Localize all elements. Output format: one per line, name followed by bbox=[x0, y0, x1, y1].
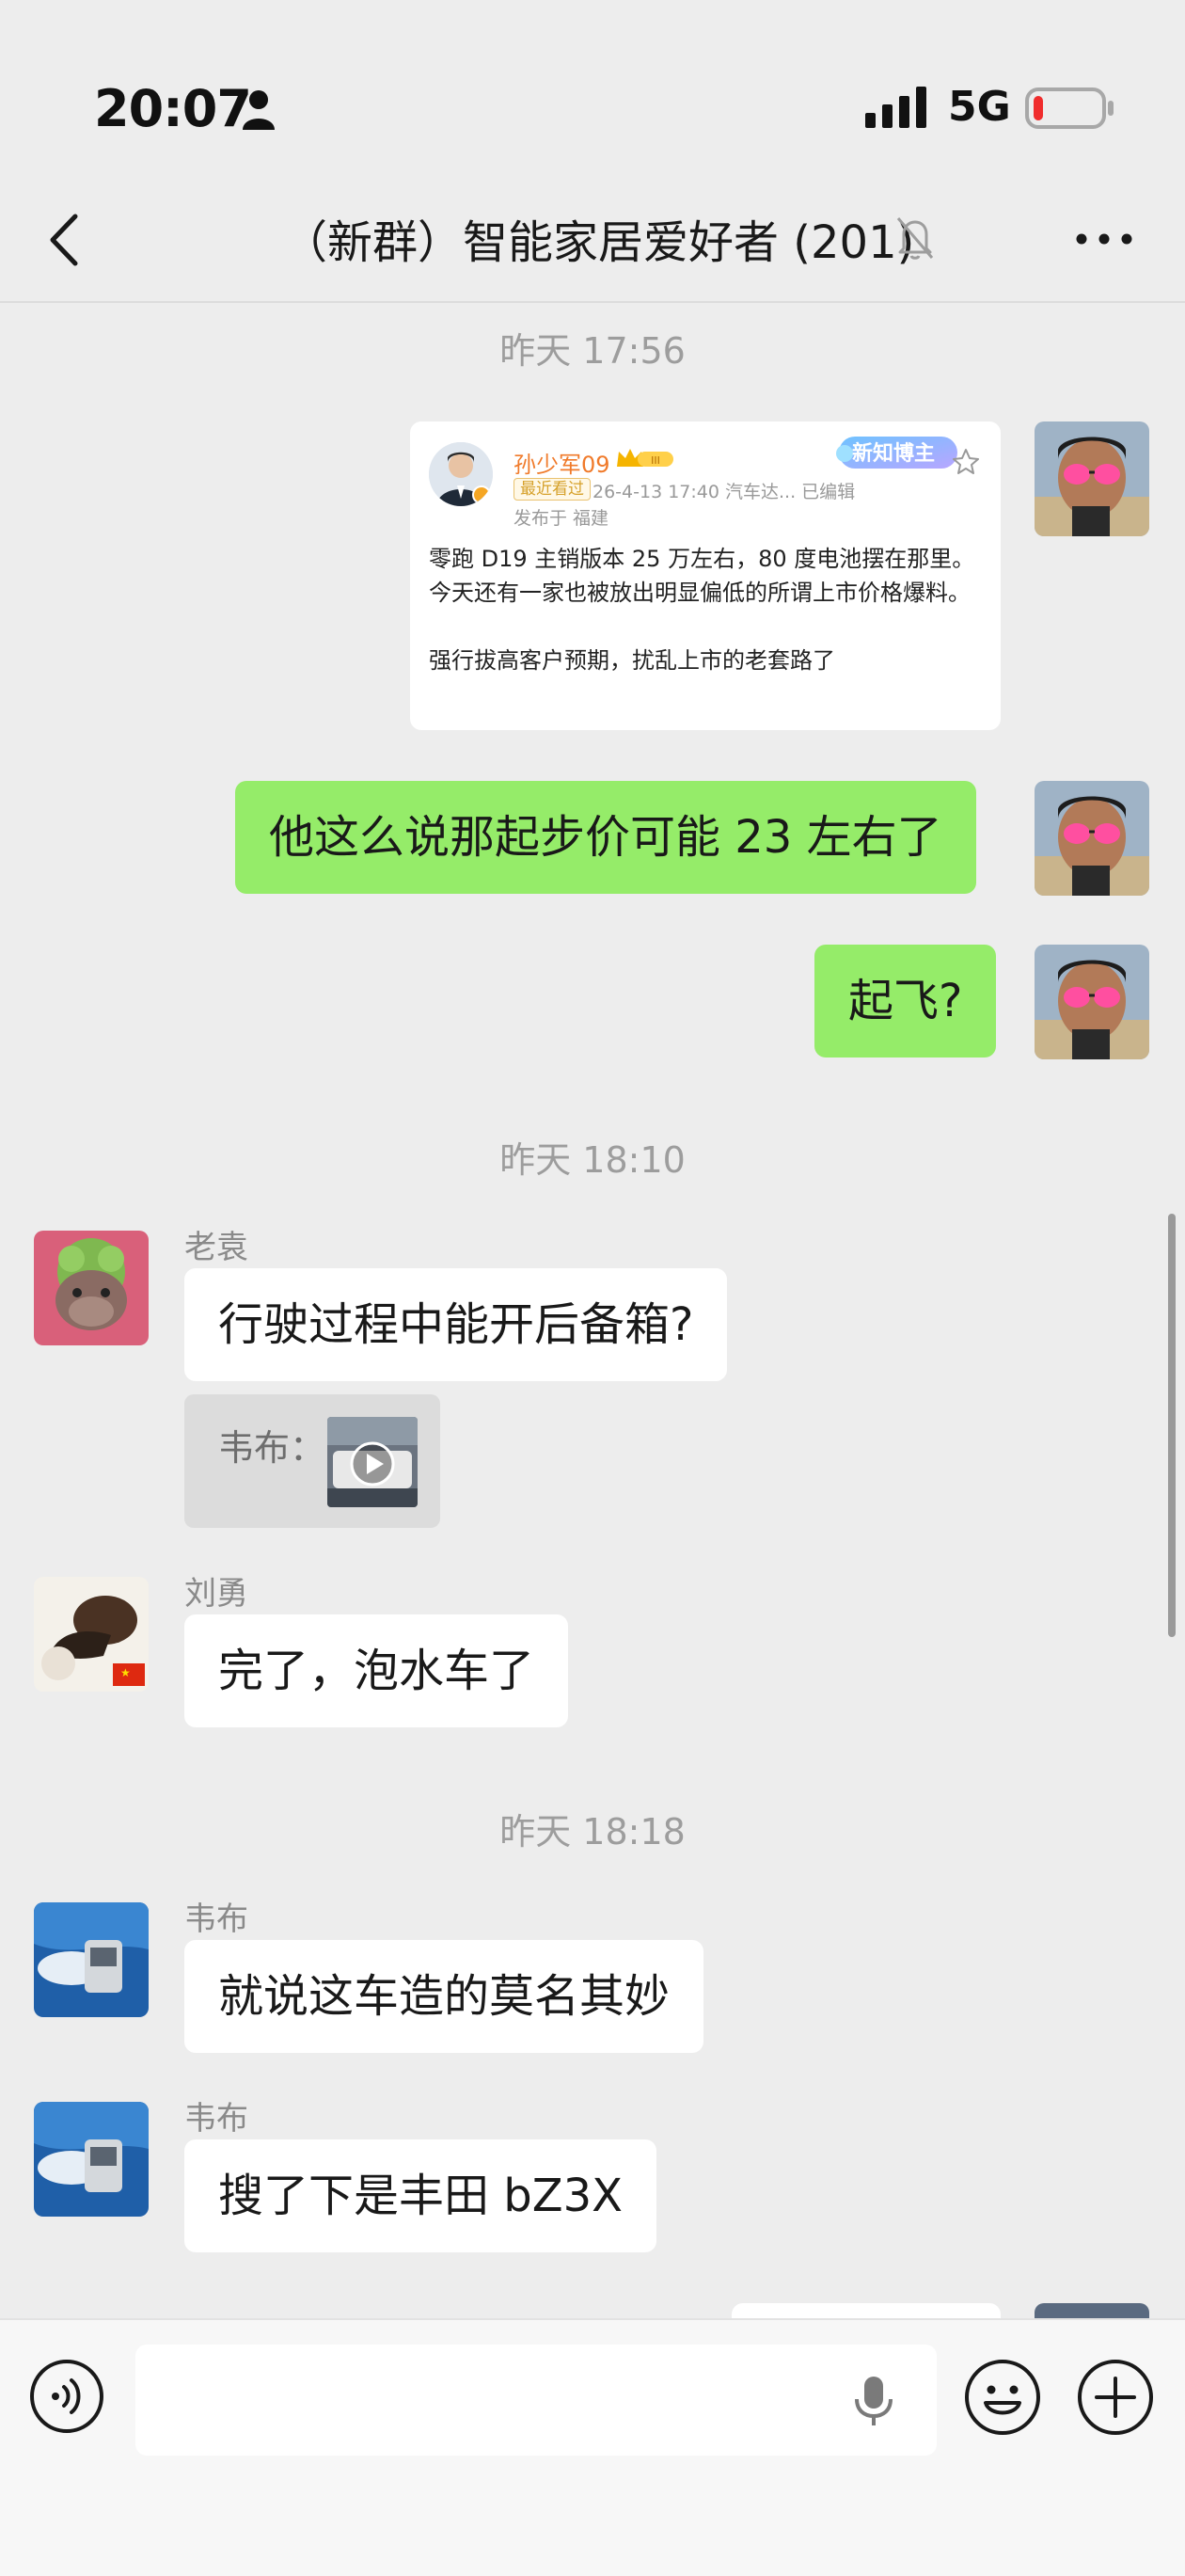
my-message-bubble[interactable]: 他这么说那起步价可能 23 左右了 bbox=[235, 781, 976, 894]
sender-name: 韦布 bbox=[184, 1900, 248, 1938]
svg-text:III: III bbox=[651, 454, 660, 467]
timestamp: 昨天 18:18 bbox=[499, 1811, 686, 1852]
post-location: 发布于 福建 bbox=[514, 508, 609, 529]
shared-post-card[interactable]: 孙少军09 III 新知博主 最近看过 26-4-13 17:40 汽车达...… bbox=[410, 421, 1001, 730]
person-icon bbox=[243, 90, 275, 130]
post-line: 零跑 D19 主销版本 25 万左右，80 度电池摆在那里。 bbox=[429, 546, 975, 572]
plus-icon[interactable] bbox=[1076, 2358, 1155, 2437]
sender-name: 韦布 bbox=[184, 2100, 248, 2138]
member-message-bubble[interactable]: 就说这车造的莫名其妙 bbox=[184, 1940, 704, 2053]
post-body: 零跑 D19 主销版本 25 万左右，80 度电池摆在那里。 今天还有一家也被放… bbox=[429, 542, 984, 677]
blogger-badge: 新知博主 bbox=[835, 431, 963, 474]
video-thumbnail[interactable] bbox=[327, 1417, 418, 1507]
sender-name: 刘勇 bbox=[184, 1575, 248, 1613]
timestamp: 昨天 18:10 bbox=[499, 1139, 686, 1181]
svg-text:★: ★ bbox=[120, 1666, 131, 1679]
message-input[interactable] bbox=[135, 2345, 937, 2456]
recently-viewed-tag: 最近看过 bbox=[514, 478, 591, 501]
my-message-bubble[interactable]: 起飞? bbox=[814, 945, 997, 1057]
signal-icon bbox=[865, 87, 926, 128]
more-button[interactable] bbox=[1074, 222, 1134, 256]
bell-slash-icon bbox=[896, 217, 934, 260]
star-icon[interactable] bbox=[952, 448, 980, 476]
post-line: 强行拔高客户预期，扰乱上市的老套路了 bbox=[429, 647, 835, 674]
emoji-icon[interactable] bbox=[963, 2358, 1042, 2437]
scrollbar[interactable] bbox=[1168, 1214, 1176, 1637]
quoted-reply[interactable]: 韦布： bbox=[184, 1394, 440, 1528]
member-avatar[interactable] bbox=[34, 1231, 149, 1345]
quote-sender: 韦布： bbox=[218, 1427, 326, 1469]
post-author-avatar bbox=[429, 442, 493, 506]
my-avatar[interactable] bbox=[1035, 781, 1149, 896]
my-avatar[interactable] bbox=[1035, 421, 1149, 536]
crown-icon: III bbox=[617, 449, 673, 467]
member-message-bubble[interactable]: 搜了下是丰田 bZ3X bbox=[184, 2139, 657, 2252]
member-avatar[interactable] bbox=[34, 2102, 149, 2217]
post-author-name: 孙少军09 bbox=[514, 452, 610, 478]
sender-name: 老袁 bbox=[184, 1229, 248, 1266]
network-type: 5G bbox=[948, 83, 1011, 131]
my-avatar[interactable] bbox=[1035, 945, 1149, 1059]
status-time: 20:07 bbox=[94, 79, 252, 138]
post-meta: 26-4-13 17:40 汽车达... 已编辑 bbox=[592, 482, 856, 502]
post-line: 今天还有一家也被放出明显偏低的所谓上市价格爆料。 bbox=[429, 580, 971, 606]
member-message-bubble[interactable]: 行驶过程中能开后备箱? bbox=[184, 1268, 728, 1381]
chat-title: （新群）智能家居爱好者 (201) bbox=[282, 216, 915, 269]
microphone-icon[interactable] bbox=[848, 2373, 899, 2429]
voice-icon[interactable] bbox=[28, 2358, 105, 2435]
member-avatar[interactable]: ★ bbox=[34, 1577, 149, 1692]
back-button[interactable] bbox=[38, 207, 94, 273]
member-avatar[interactable] bbox=[34, 1902, 149, 2017]
timestamp: 昨天 17:56 bbox=[499, 330, 686, 372]
member-message-bubble[interactable]: 完了，泡水车了 bbox=[184, 1614, 569, 1727]
battery-icon bbox=[1025, 87, 1114, 129]
